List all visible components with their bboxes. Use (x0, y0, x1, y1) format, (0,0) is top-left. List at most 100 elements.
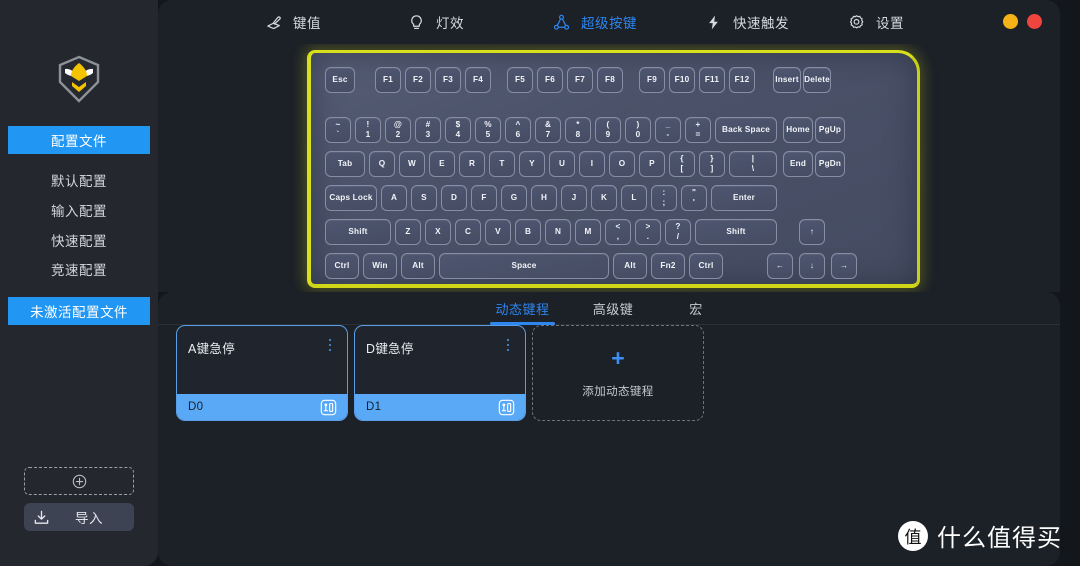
keyboard-key[interactable]: @2 (385, 117, 411, 143)
keyboard-key[interactable]: & 7 (535, 117, 561, 143)
keyboard-key[interactable]: I (579, 151, 605, 177)
keyboard-key[interactable]: ! 1 (355, 117, 381, 143)
keyboard-key[interactable]: ) 0 (625, 117, 651, 143)
tab-settings[interactable]: 设置 (848, 0, 904, 44)
keyboard-key[interactable]: O (609, 151, 635, 177)
more-vertical-icon[interactable] (323, 336, 337, 354)
tab-lighting[interactable]: 灯效 (408, 0, 464, 44)
tab-rapid-trigger[interactable]: 快速触发 (705, 0, 789, 44)
sidebar-item-quick-profile[interactable]: 快速配置 (8, 228, 150, 252)
keyboard-key[interactable]: <, (605, 219, 631, 245)
keyboard-key[interactable]: M (575, 219, 601, 245)
macro-card[interactable]: A键急停 D0 (176, 325, 348, 421)
keyboard-key[interactable]: | \ (729, 151, 777, 177)
keyboard-key[interactable]: R (459, 151, 485, 177)
minimize-button[interactable] (1003, 14, 1018, 29)
keyboard-key[interactable]: Alt (401, 253, 435, 279)
keyboard-key[interactable]: Back Space (715, 117, 777, 143)
keyboard-key[interactable]: _ - (655, 117, 681, 143)
keyboard-key[interactable]: >. (635, 219, 661, 245)
keyboard-key[interactable]: Home (783, 117, 813, 143)
keyboard-key[interactable]: Shift (325, 219, 391, 245)
keyboard-key[interactable]: U (549, 151, 575, 177)
keyboard-key[interactable]: ← (767, 253, 793, 279)
keyboard-key[interactable]: F9 (639, 67, 665, 93)
keyboard-key[interactable]: F4 (465, 67, 491, 93)
tab-advanced-keys[interactable]: 高级键 (587, 292, 639, 325)
keyboard-key[interactable]: F5 (507, 67, 533, 93)
close-button[interactable] (1027, 14, 1042, 29)
keyboard-key[interactable]: N (545, 219, 571, 245)
import-button[interactable]: 导入 (24, 503, 134, 531)
keyboard-key[interactable]: " ' (681, 185, 707, 211)
keyboard-key[interactable]: S (411, 185, 437, 211)
keyboard-key[interactable]: F2 (405, 67, 431, 93)
keyboard-key[interactable]: ^ 6 (505, 117, 531, 143)
keyboard-key[interactable]: F11 (699, 67, 725, 93)
keyboard-key[interactable]: K (591, 185, 617, 211)
keyboard-key[interactable]: + = (685, 117, 711, 143)
keyboard-key[interactable]: C (455, 219, 481, 245)
keyboard-key[interactable]: F8 (597, 67, 623, 93)
sidebar-item-input-profile[interactable]: 输入配置 (8, 198, 150, 222)
keyboard-key[interactable]: Alt (613, 253, 647, 279)
keyboard-key[interactable]: F10 (669, 67, 695, 93)
keyboard-key[interactable]: F3 (435, 67, 461, 93)
keyboard-key[interactable]: :; (651, 185, 677, 211)
keyboard-key[interactable]: A (381, 185, 407, 211)
keyboard-key[interactable]: Y (519, 151, 545, 177)
keyboard-key[interactable]: P (639, 151, 665, 177)
keyboard-key[interactable]: Ctrl (325, 253, 359, 279)
keyboard-key[interactable]: F12 (729, 67, 755, 93)
keyboard-key[interactable]: ? / (665, 219, 691, 245)
keyboard-key[interactable]: L (621, 185, 647, 211)
keyboard-key[interactable]: E (429, 151, 455, 177)
key-travel-icon[interactable] (320, 399, 337, 416)
keyboard-key[interactable]: % 5 (475, 117, 501, 143)
keyboard-key[interactable]: X (425, 219, 451, 245)
tab-dynamic-key-travel[interactable]: 动态键程 (490, 292, 555, 325)
keyboard-key[interactable]: F (471, 185, 497, 211)
add-dynamic-key-travel-button[interactable]: + 添加动态键程 (532, 325, 704, 421)
keyboard-key[interactable]: Esc (325, 67, 355, 93)
keyboard-key[interactable]: PgDn (815, 151, 845, 177)
keyboard-key[interactable]: {[ (669, 151, 695, 177)
sidebar-profiles-header[interactable]: 配置文件 (8, 126, 150, 154)
keyboard-key[interactable]: → (831, 253, 857, 279)
keyboard-key[interactable]: Win (363, 253, 397, 279)
keyboard-key[interactable]: Delete (803, 67, 831, 93)
keyboard-key[interactable]: (9 (595, 117, 621, 143)
sidebar-item-default-profile[interactable]: 默认配置 (8, 168, 150, 192)
keyboard-key[interactable]: Z (395, 219, 421, 245)
keyboard-key[interactable]: Ctrl (689, 253, 723, 279)
keyboard-key[interactable]: Tab (325, 151, 365, 177)
keyboard-key[interactable]: Q (369, 151, 395, 177)
more-vertical-icon[interactable] (501, 336, 515, 354)
keyboard-key[interactable]: G (501, 185, 527, 211)
keyboard-key[interactable]: PgUp (815, 117, 845, 143)
keyboard-key[interactable]: H (531, 185, 557, 211)
keyboard-key[interactable]: B (515, 219, 541, 245)
keyboard-key[interactable]: ~ ` (325, 117, 351, 143)
add-profile-button[interactable] (24, 467, 134, 495)
keyboard-key[interactable]: Fn2 (651, 253, 685, 279)
keyboard-key[interactable]: Space (439, 253, 609, 279)
sidebar-item-race-profile[interactable]: 竞速配置 (8, 257, 150, 281)
key-travel-icon[interactable] (498, 399, 515, 416)
keyboard-key[interactable]: F6 (537, 67, 563, 93)
keyboard-key[interactable]: W (399, 151, 425, 177)
keyboard-key[interactable]: J (561, 185, 587, 211)
keyboard-key[interactable]: ↓ (799, 253, 825, 279)
keyboard-key[interactable]: V (485, 219, 511, 245)
keyboard-key[interactable]: F7 (567, 67, 593, 93)
keyboard-key[interactable]: Insert (773, 67, 801, 93)
keyboard-key[interactable]: ↑ (799, 219, 825, 245)
tab-super-keys[interactable]: 超级按键 (553, 0, 637, 44)
keyboard-key[interactable]: Shift (695, 219, 777, 245)
keyboard-key[interactable]: T (489, 151, 515, 177)
keyboard-key[interactable]: End (783, 151, 813, 177)
keyboard-key[interactable]: #3 (415, 117, 441, 143)
keyboard-key[interactable]: Caps Lock (325, 185, 377, 211)
keyboard-key[interactable]: }] (699, 151, 725, 177)
keyboard-key[interactable]: * 8 (565, 117, 591, 143)
